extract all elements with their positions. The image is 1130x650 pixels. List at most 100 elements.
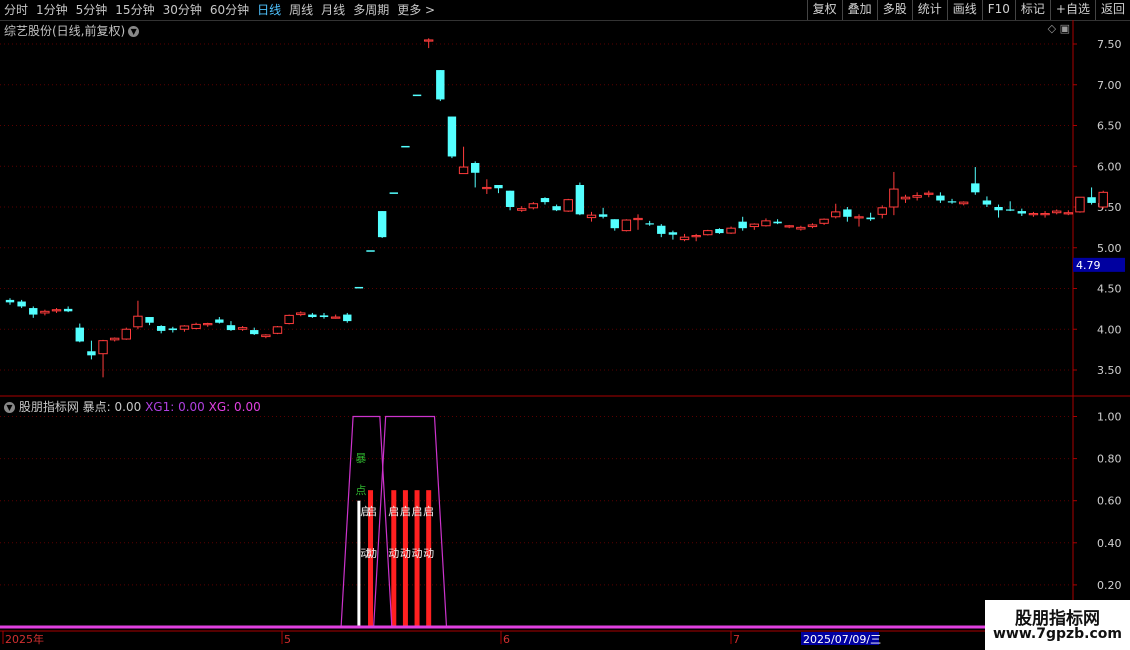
candle-body (877, 207, 887, 215)
x-tick-label: 7 (733, 633, 740, 646)
candle-body (807, 224, 818, 228)
period-tab-4[interactable]: 30分钟 (159, 0, 206, 20)
candle-body (51, 309, 62, 312)
candle-body (75, 327, 84, 342)
panel-toggle-icon[interactable]: ▣ (1060, 22, 1070, 35)
candle-body (109, 337, 120, 341)
y-tick-label: 1.00 (1097, 411, 1122, 424)
candle-body (377, 211, 387, 238)
period-tab-5[interactable]: 60分钟 (206, 0, 253, 20)
chevron-down-icon[interactable]: ▼ (128, 26, 140, 37)
period-tab-9[interactable]: 多周期 (349, 0, 393, 20)
main-chart-title[interactable]: 综艺股份(日线,前复权) ▼ (4, 22, 140, 39)
signal-bar (414, 490, 420, 627)
candle-body (958, 201, 969, 205)
candle-body (912, 195, 922, 198)
candle-body (517, 208, 527, 211)
signal-label: 动 (366, 547, 377, 560)
price-badge-bg (1073, 257, 1125, 272)
signal-label: 启 (388, 505, 399, 518)
y-tick-label: 0.40 (1097, 537, 1122, 550)
candle-body (226, 325, 236, 331)
period-tab-6[interactable]: 日线 (253, 0, 285, 20)
candle-body (87, 351, 96, 356)
y-tick-label: 4.00 (1097, 323, 1122, 336)
y-tick-label: 3.50 (1097, 364, 1122, 377)
candle-body (284, 314, 294, 325)
candle-body (621, 219, 632, 232)
candle-body (29, 308, 38, 315)
window-icons: ◇ ▣ (1048, 22, 1070, 35)
toolbar-button-4[interactable]: 画线 (946, 0, 982, 20)
candle-body (168, 328, 178, 331)
y-tick-label: 6.00 (1097, 160, 1122, 173)
candle-body (738, 221, 747, 229)
y-tick-label: 6.50 (1097, 120, 1122, 133)
toolbar-button-1[interactable]: 叠加 (841, 0, 877, 20)
toolbar-button-6[interactable]: 标记 (1014, 0, 1050, 20)
toolbar-button-0[interactable]: 复权 (806, 0, 842, 20)
signal-label: 启 (366, 505, 377, 518)
indicator-value-xg: XG: 0.00 (208, 400, 261, 414)
period-tab-7[interactable]: 周线 (285, 0, 317, 20)
candle-body (133, 315, 143, 328)
candle-body (1063, 212, 1074, 215)
candle-body (889, 188, 899, 208)
candle-body (679, 236, 690, 241)
x-tick-label: 5 (284, 633, 291, 646)
signal-label: 动 (360, 547, 371, 560)
toolbar-button-8[interactable]: 返回 (1094, 0, 1130, 20)
candle-body (63, 308, 73, 312)
indicator-value-xg1: XG1: 0.00 (145, 400, 205, 414)
toolbar-button-5[interactable]: F10 (981, 0, 1015, 20)
candle-body (436, 70, 445, 100)
y-tick-label: 0.20 (1097, 579, 1122, 592)
candle-body (575, 184, 585, 215)
signal-label: 动 (400, 547, 411, 560)
candle-body (272, 326, 283, 334)
signal-line (340, 415, 393, 628)
indicator-value-baodian: 暴点: 0.00 (82, 400, 142, 414)
period-tab-2[interactable]: 5分钟 (72, 0, 112, 20)
signal-label: 启 (360, 505, 371, 518)
signal-label: 点 (355, 484, 366, 497)
candle-body (749, 223, 760, 228)
signal-bar (368, 490, 374, 627)
period-tab-10[interactable]: 更多 > (393, 0, 439, 20)
candle-body (703, 230, 713, 236)
x-tick-label: 2025年 (5, 632, 44, 646)
indicator-name: 股朋指标网 (18, 400, 79, 414)
candle-body (900, 196, 911, 200)
y-tick-label: 0.60 (1097, 495, 1122, 508)
toolbar-button-2[interactable]: 多股 (876, 0, 912, 20)
chevron-down-icon[interactable]: ▼ (4, 402, 15, 413)
candle-body (1028, 213, 1039, 216)
date-highlight-bg (801, 632, 879, 645)
signal-line (373, 415, 448, 628)
period-tab-8[interactable]: 月线 (317, 0, 349, 20)
candle-body (156, 325, 166, 331)
candle-body (726, 227, 736, 234)
candle-body (843, 209, 852, 217)
candle-body (203, 323, 213, 326)
period-tab-1[interactable]: 1分钟 (32, 0, 72, 20)
stock-chart: 7.50 7.00 6.50 6.00 5.50 5.00 4.50 4.00 3.50 4.79… (0, 20, 1130, 650)
date-highlight: 2025/07/09/三 (803, 633, 881, 646)
candle-body (1075, 196, 1085, 213)
period-tab-0[interactable]: 分时 (0, 0, 32, 20)
candle-body (994, 207, 1003, 211)
candle-body (191, 323, 201, 329)
price-badge: 4.79 (1076, 259, 1101, 272)
signal-label: 启 (400, 505, 411, 518)
period-tab-3[interactable]: 15分钟 (111, 0, 158, 20)
candle-body (598, 214, 608, 217)
y-tick-label: 7.00 (1097, 79, 1122, 92)
candle-body (645, 223, 654, 225)
y-tick-label: 5.50 (1097, 201, 1122, 214)
candle-body (796, 226, 806, 230)
diamond-icon[interactable]: ◇ (1048, 22, 1056, 35)
toolbar-button-3[interactable]: 统计 (911, 0, 947, 20)
toolbar-button-7[interactable]: +自选 (1049, 0, 1095, 20)
stock-title-label: 综艺股份(日线,前复权) (4, 24, 126, 38)
period-toolbar: 分时 1分钟 5分钟 15分钟 30分钟 60分钟 日线 周线 月线 多周期 更多 > 复权 叠加 多股… (0, 0, 1130, 21)
